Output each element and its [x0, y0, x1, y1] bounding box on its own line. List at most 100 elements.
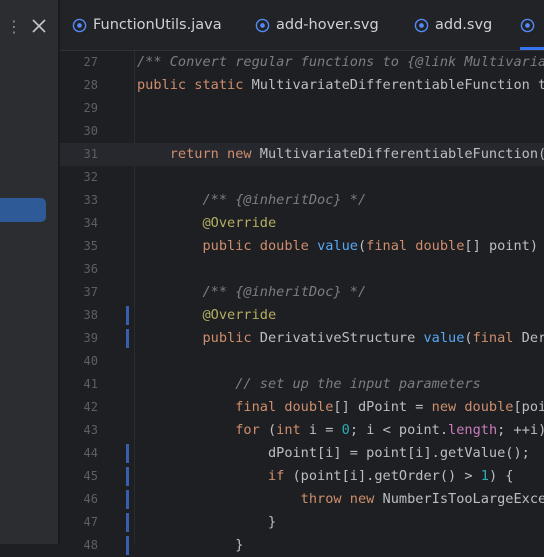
line-number[interactable]: 38: [60, 304, 98, 327]
code-token: i =: [308, 422, 342, 438]
vcs-change-marker[interactable]: [126, 306, 129, 325]
more-options-icon[interactable]: ⋮: [6, 17, 22, 37]
code-token: (: [464, 330, 473, 346]
code-line[interactable]: 31 return new MultivariateDifferentiable…: [60, 143, 544, 166]
vcs-change-marker[interactable]: [126, 444, 129, 463]
vcs-change-marker[interactable]: [126, 329, 129, 348]
code-token: /** Convert regular functions to {@link …: [137, 54, 544, 70]
vcs-change-marker[interactable]: [126, 490, 129, 509]
code-token: new double: [431, 399, 514, 415]
project-tool-window: ⋮: [0, 0, 58, 544]
code-token: }: [137, 537, 244, 553]
code-token: (point[i].getOrder() >: [292, 468, 481, 484]
code-line[interactable]: 28 public static MultivariateDifferentiab…: [60, 74, 544, 97]
line-number[interactable]: 33: [60, 189, 98, 212]
code-text[interactable]: /** {@inheritDoc} */: [137, 281, 366, 304]
close-icon[interactable]: [30, 16, 48, 36]
vcs-change-marker[interactable]: [126, 513, 129, 532]
tab-label: add-hover.svg: [276, 17, 379, 33]
code-line[interactable]: 42 final double[] dPoint = new double[po…: [60, 396, 544, 419]
code-line[interactable]: 44 dPoint[i] = point[i].getValue();: [60, 442, 544, 465]
code-line[interactable]: 41 // set up the input parameters: [60, 373, 544, 396]
code-text[interactable]: dPoint[i] = point[i].getValue();: [137, 442, 530, 465]
code-line[interactable]: 33 /** {@inheritDoc} */: [60, 189, 544, 212]
line-number[interactable]: 46: [60, 488, 98, 511]
tab-active-svg[interactable]: [520, 0, 544, 50]
code-text[interactable]: public double value(final double[] point…: [137, 235, 538, 258]
code-line[interactable]: 38 @Override: [60, 304, 544, 327]
code-text[interactable]: final double[] dPoint = new double[poi: [137, 396, 544, 419]
line-number[interactable]: 42: [60, 396, 98, 419]
line-number[interactable]: 36: [60, 258, 98, 281]
code-line[interactable]: 32: [60, 166, 544, 189]
line-number[interactable]: 43: [60, 419, 98, 442]
code-line[interactable]: 30: [60, 120, 544, 143]
code-text[interactable]: /** Convert regular functions to {@link …: [137, 51, 544, 74]
code-line[interactable]: 39 public DerivativeStructure value(fina…: [60, 327, 544, 350]
code-text[interactable]: if (point[i].getOrder() > 1) {: [137, 465, 514, 488]
line-number[interactable]: 37: [60, 281, 98, 304]
code-line[interactable]: 45 if (point[i].getOrder() > 1) {: [60, 465, 544, 488]
code-line[interactable]: 27 /** Convert regular functions to {@lin…: [60, 51, 544, 74]
code-line[interactable]: 34 @Override: [60, 212, 544, 235]
code-text[interactable]: /** {@inheritDoc} */: [137, 189, 366, 212]
line-number[interactable]: 45: [60, 465, 98, 488]
code-line[interactable]: 36: [60, 258, 544, 281]
code-token: 1: [480, 468, 489, 484]
code-token: */: [341, 284, 367, 300]
vcs-change-marker[interactable]: [126, 536, 129, 555]
line-number[interactable]: 39: [60, 327, 98, 350]
code-text[interactable]: public DerivativeStructure value(final D…: [137, 327, 544, 350]
code-token: value: [317, 238, 358, 254]
code-token: @Override: [137, 215, 277, 231]
line-number[interactable]: 40: [60, 350, 98, 373]
code-text[interactable]: @Override: [137, 212, 276, 235]
code-line[interactable]: 35 public double value(final double[] po…: [60, 235, 544, 258]
code-text[interactable]: throw new NumberIsTooLargeExce: [137, 488, 544, 511]
code-line[interactable]: 29: [60, 97, 544, 120]
tab-add-svg[interactable]: add.svg: [414, 0, 492, 50]
code-text[interactable]: }: [137, 511, 276, 534]
code-text[interactable]: @Override: [137, 304, 276, 327]
code-line[interactable]: 40: [60, 350, 544, 373]
code-editor[interactable]: 27 /** Convert regular functions to {@lin…: [60, 51, 544, 555]
code-token: DerivativeStructure: [259, 330, 424, 346]
code-token: NumberIsTooLargeExce: [382, 491, 544, 507]
line-number[interactable]: 47: [60, 511, 98, 534]
selected-tree-item[interactable]: [0, 198, 46, 222]
tab-add-hover-svg[interactable]: add-hover.svg: [255, 0, 379, 50]
line-number[interactable]: 41: [60, 373, 98, 396]
code-token: [poi: [513, 399, 544, 415]
code-token: {@inheritDoc}: [235, 284, 342, 300]
code-token: Der: [521, 330, 544, 346]
line-number[interactable]: 31: [60, 143, 98, 166]
code-text[interactable]: return new MultivariateDifferentiableFun…: [137, 143, 544, 166]
line-number[interactable]: 34: [60, 212, 98, 235]
line-number[interactable]: 35: [60, 235, 98, 258]
code-token: final double: [137, 399, 334, 415]
code-token: return new: [137, 146, 260, 162]
code-line[interactable]: 37 /** {@inheritDoc} */: [60, 281, 544, 304]
line-number[interactable]: 29: [60, 97, 98, 120]
code-token: @Override: [137, 307, 277, 323]
code-token: public double: [137, 238, 318, 254]
line-number[interactable]: 30: [60, 120, 98, 143]
line-number[interactable]: 32: [60, 166, 98, 189]
line-number[interactable]: 48: [60, 534, 98, 557]
line-number[interactable]: 27: [60, 51, 98, 74]
code-text[interactable]: public static MultivariateDifferentiable…: [137, 74, 544, 97]
line-number[interactable]: 44: [60, 442, 98, 465]
line-number[interactable]: 28: [60, 74, 98, 97]
code-line[interactable]: 43 for (int i = 0; i < point.length; ++i…: [60, 419, 544, 442]
code-line[interactable]: 46 throw new NumberIsTooLargeExce: [60, 488, 544, 511]
code-text[interactable]: }: [137, 534, 243, 557]
code-token: if: [137, 468, 293, 484]
tab-functionutils-java[interactable]: FunctionUtils.java: [72, 0, 222, 50]
code-text[interactable]: for (int i = 0; i < point.length; ++i): [137, 419, 544, 442]
code-token: throw new: [137, 491, 383, 507]
vcs-change-marker[interactable]: [126, 467, 129, 486]
code-text[interactable]: // set up the input parameters: [137, 373, 481, 396]
code-token: for: [137, 422, 268, 438]
code-line[interactable]: 47 }: [60, 511, 544, 534]
code-line[interactable]: 48 }: [60, 534, 544, 557]
